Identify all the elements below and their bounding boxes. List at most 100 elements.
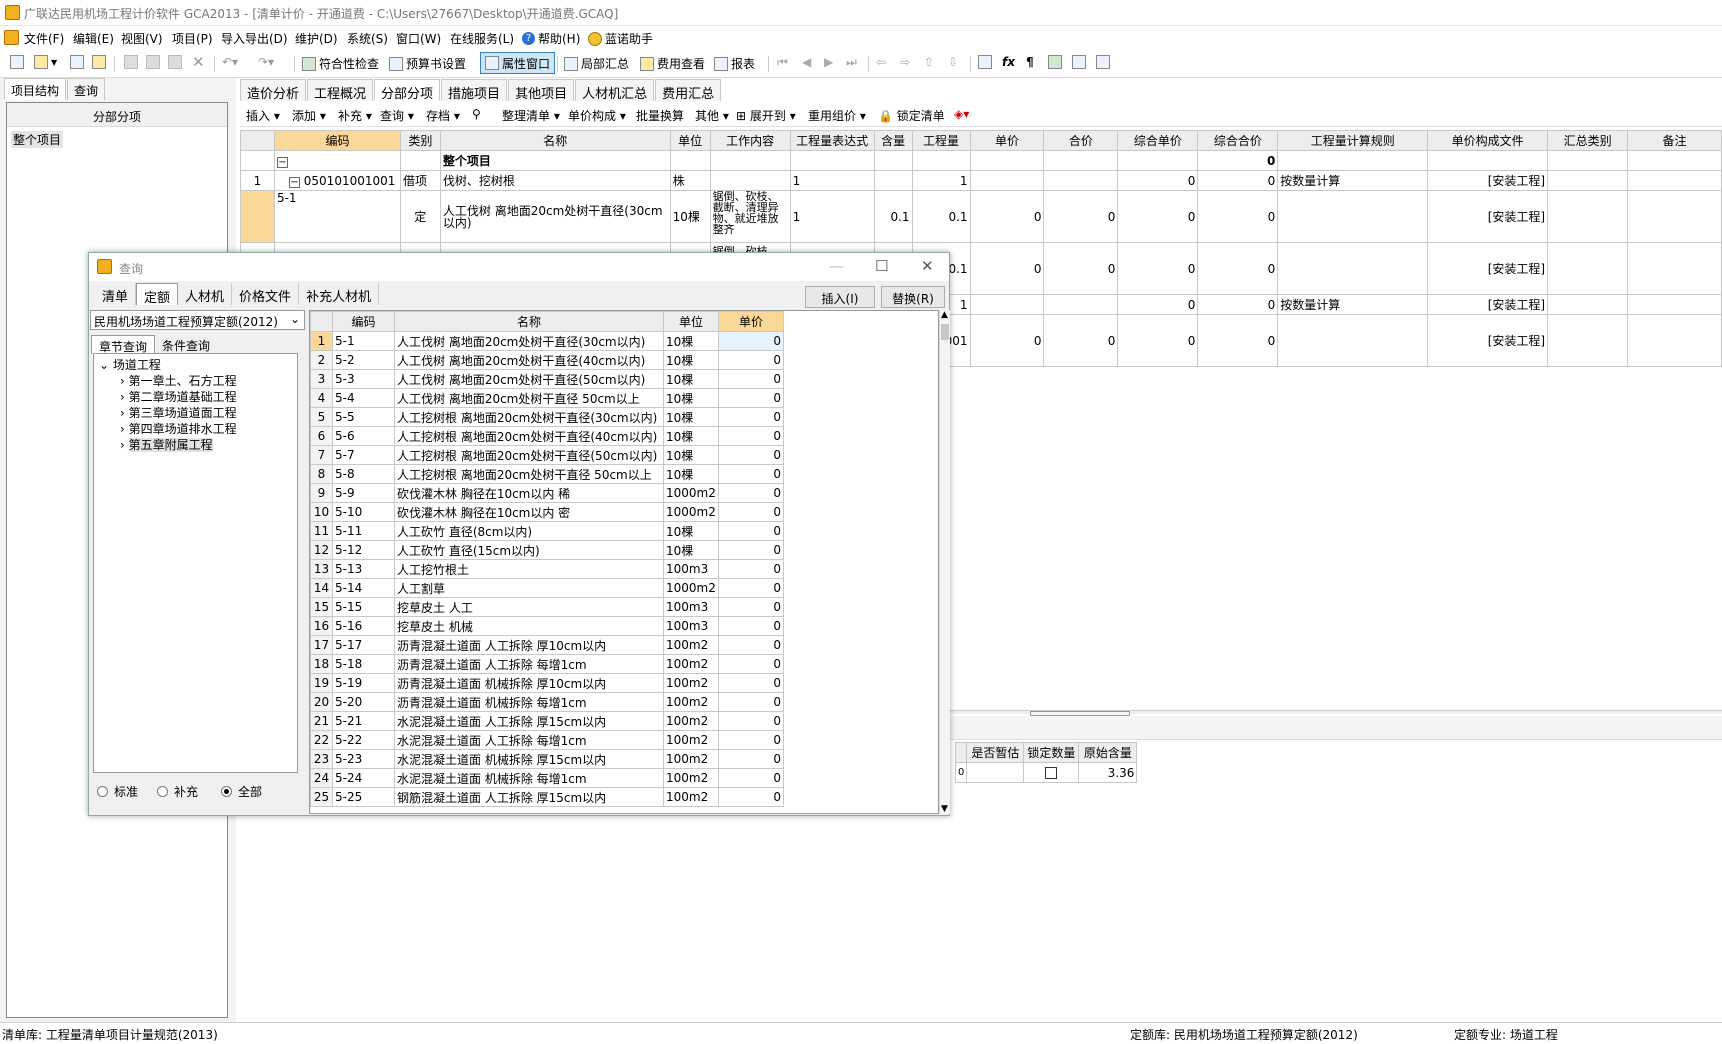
delete-icon[interactable]: ✕ <box>192 53 205 71</box>
table-row[interactable]: 21 5-21 水泥混凝土道面 人工拆除 厚15cm以内 100m2 0 <box>310 711 784 731</box>
insert-button[interactable]: 插入(I) <box>805 286 875 308</box>
collapse-icon[interactable]: − <box>288 176 300 188</box>
menu-edit[interactable]: 编辑(E) <box>73 30 114 47</box>
other-menu[interactable]: 其他 ▾ <box>695 107 729 124</box>
move-left-icon[interactable]: ⇦ <box>876 55 886 69</box>
tab-cost-analysis[interactable]: 造价分析 <box>240 79 307 102</box>
tree-node-whole-project[interactable]: 整个项目 <box>11 131 64 148</box>
table-row[interactable]: 11 5-11 人工砍竹 直径(8cm以内) 10棵 0 <box>310 521 784 541</box>
header-price-file[interactable]: 单价构成文件 <box>1427 130 1549 151</box>
radio-all[interactable]: 全部 <box>221 783 262 800</box>
table-row[interactable]: 5 5-5 人工挖树根 离地面20cm处树干直径(30cm以内) 10棵 0 <box>310 407 784 427</box>
tab-fee-summary[interactable]: 费用汇总 <box>655 79 722 102</box>
organize-list-menu[interactable]: 整理清单 ▾ <box>502 107 560 124</box>
app-menu-icon[interactable] <box>4 30 19 45</box>
lock-qty-checkbox[interactable] <box>1045 767 1058 779</box>
dialog-tab-supplement-labor-material[interactable]: 补充人材机 <box>299 283 380 305</box>
minimize-icon[interactable]: — <box>829 257 844 275</box>
quota-header-name[interactable]: 名称 <box>394 311 664 332</box>
table-row[interactable]: 8 5-8 人工挖树根 离地面20cm处树干直径 50cm以上 10棵 0 <box>310 464 784 484</box>
budget-settings-button[interactable]: 预算书设置 <box>389 55 466 72</box>
header-unit-total[interactable]: 综合单价 <box>1117 130 1199 151</box>
unit-price-menu[interactable]: 单价构成 ▾ <box>568 107 626 124</box>
header-qty-expr[interactable]: 工程量表达式 <box>789 130 875 151</box>
radio-supplement[interactable]: 补充 <box>157 783 198 800</box>
table-row[interactable]: 0 3.36 <box>954 762 1138 783</box>
nav-prev-icon[interactable]: ◀ <box>802 55 811 69</box>
expand-to-menu[interactable]: ⊞ 展开到 ▾ <box>736 107 796 124</box>
close-icon[interactable]: ✕ <box>921 257 934 275</box>
query-menu[interactable]: 查询 ▾ <box>380 107 414 124</box>
dialog-tab-labor-material[interactable]: 人材机 <box>178 283 233 305</box>
table-row[interactable]: 17 5-17 沥青混凝土道面 人工拆除 厚10cm以内 100m2 0 <box>310 635 784 655</box>
compliance-check-button[interactable]: 符合性检查 <box>302 55 379 72</box>
header-unit[interactable]: 单位 <box>669 130 711 151</box>
tab-project-structure[interactable]: 项目结构 <box>4 78 67 100</box>
undo-icon[interactable]: ↶▾ <box>222 55 238 69</box>
nav-first-icon[interactable]: ⏮ <box>777 55 788 70</box>
formula-icon[interactable]: fx <box>1002 55 1015 69</box>
table-row[interactable]: 3 5-3 人工伐树 离地面20cm处树干直径(50cm以内) 10棵 0 <box>310 369 784 389</box>
menu-import-export[interactable]: 导入导出(D) <box>221 30 288 47</box>
tree-node-ch4[interactable]: › 第四章场道排水工程 <box>120 420 237 437</box>
tab-left-query[interactable]: 查询 <box>67 78 106 100</box>
replace-button[interactable]: 替换(R) <box>881 286 945 308</box>
header-lock-qty[interactable]: 锁定数量 <box>1023 742 1080 763</box>
table-row[interactable]: 25 5-25 钢筋混凝土道面 人工拆除 厚15cm以内 100m2 0 <box>310 787 784 807</box>
reuse-pricing-menu[interactable]: 重用组价 ▾ <box>808 107 866 124</box>
table-row[interactable]: 12 5-12 人工砍竹 直径(15cm以内) 10棵 0 <box>310 540 784 560</box>
header-content[interactable]: 含量 <box>873 130 913 151</box>
maximize-icon[interactable]: ☐ <box>875 257 888 275</box>
table-row[interactable]: 23 5-23 水泥混凝土道面 机械拆除 厚15cm以内 100m2 0 <box>310 749 784 769</box>
table-row[interactable]: 1 5-1 人工伐树 离地面20cm处树干直径(30cm以内) 10棵 0 <box>310 331 784 351</box>
table-row[interactable]: 15 5-15 挖草皮土 人工 100m3 0 <box>310 597 784 617</box>
move-up-icon[interactable]: ⇧ <box>924 55 934 69</box>
binoculars-icon[interactable]: ⚲ <box>472 107 481 121</box>
dialog-tab-list[interactable]: 清单 <box>95 283 137 305</box>
header-summary-type[interactable]: 汇总类别 <box>1547 130 1629 151</box>
menu-system[interactable]: 系统(S) <box>347 30 388 47</box>
tree-node-airfield[interactable]: ⌄ 场道工程 <box>99 356 161 373</box>
lock-list-button[interactable]: 🔒 锁定清单 <box>878 107 945 124</box>
paragraph-icon[interactable]: ¶ <box>1026 55 1034 69</box>
tab-condition-query[interactable]: 条件查询 <box>155 335 217 354</box>
table-row[interactable]: 2 5-2 人工伐树 离地面20cm处树干直径(40cm以内) 10棵 0 <box>310 350 784 370</box>
tree-node-ch2[interactable]: › 第二章场道基础工程 <box>120 388 237 405</box>
table-row[interactable]: 1 − 050101001001 借项 伐树、挖树根 株 1 1 0 0 按数量… <box>240 170 1722 191</box>
nav-next-icon[interactable]: ▶ <box>824 55 833 69</box>
table-row[interactable]: 24 5-24 水泥混凝土道面 机械拆除 每增1cm 100m2 0 <box>310 768 784 788</box>
monitor-icon[interactable] <box>1072 55 1086 69</box>
radio-standard[interactable]: 标准 <box>97 783 138 800</box>
header-remark[interactable]: 备注 <box>1627 130 1722 151</box>
menu-project[interactable]: 项目(P) <box>172 30 213 47</box>
tab-measures[interactable]: 措施项目 <box>441 79 508 102</box>
tree-node-ch1[interactable]: › 第一章土、石方工程 <box>120 372 237 389</box>
table-row[interactable]: 13 5-13 人工挖竹根土 100m3 0 <box>310 559 784 579</box>
table-row[interactable]: − 整个项目 0 <box>240 150 1722 171</box>
collapse-icon[interactable]: − <box>276 156 288 168</box>
table-row[interactable]: 20 5-20 沥青混凝土道面 机械拆除 每增1cm 100m2 0 <box>310 692 784 712</box>
supplement-menu[interactable]: 补充 ▾ <box>338 107 372 124</box>
quota-library-select[interactable]: 民用机场场道工程预算定额(2012) ⌄ <box>90 310 305 330</box>
dialog-tab-quota[interactable]: 定额 <box>136 283 179 306</box>
tree-node-ch3[interactable]: › 第三章场道道面工程 <box>120 404 237 421</box>
calculator-icon[interactable] <box>978 55 992 69</box>
move-right-icon[interactable]: ⇨ <box>900 55 910 69</box>
table-row[interactable]: 7 5-7 人工挖树根 离地面20cm处树干直径(50cm以内) 10棵 0 <box>310 445 784 465</box>
tree-node-ch5[interactable]: › 第五章附属工程 <box>120 436 213 453</box>
menu-assistant[interactable]: 蓝诺助手 <box>588 30 653 47</box>
add-menu[interactable]: 添加 ▾ <box>292 107 326 124</box>
header-sum[interactable]: 合价 <box>1043 130 1119 151</box>
header-work-content[interactable]: 工作内容 <box>709 130 791 151</box>
fill-color-icon[interactable]: ◈▾ <box>954 107 969 121</box>
tab-chapter-query[interactable]: 章节查询 <box>91 335 156 354</box>
menu-maintain[interactable]: 维护(D) <box>295 30 338 47</box>
header-rule[interactable]: 工程量计算规则 <box>1277 130 1429 151</box>
quota-header-code[interactable]: 编码 <box>332 311 395 332</box>
insert-menu[interactable]: 插入 ▾ <box>246 107 280 124</box>
dialog-tab-price-file[interactable]: 价格文件 <box>232 283 300 305</box>
header-total[interactable]: 综合合价 <box>1197 130 1279 151</box>
open-dropdown-icon[interactable]: ▼ <box>51 58 57 67</box>
header-qty[interactable]: 工程量 <box>911 130 971 151</box>
tab-project-overview[interactable]: 工程概况 <box>307 79 374 102</box>
